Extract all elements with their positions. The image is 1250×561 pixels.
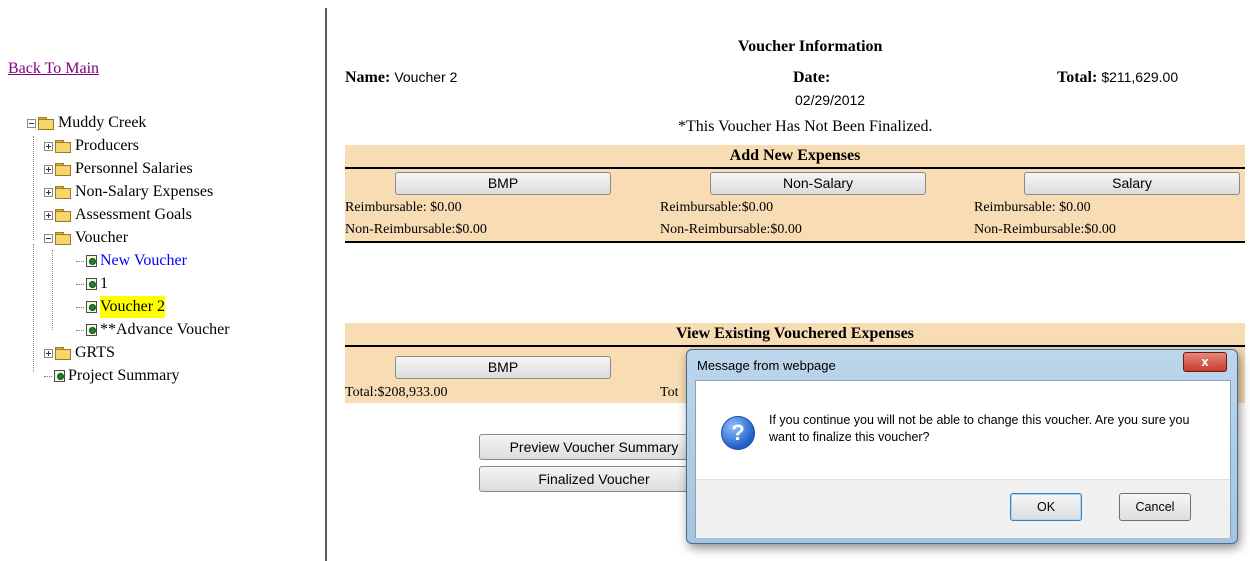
folder-icon bbox=[55, 347, 71, 360]
tree-connector bbox=[76, 260, 84, 262]
page-icon bbox=[86, 301, 97, 313]
tree-connector bbox=[33, 244, 34, 372]
open-folder-icon bbox=[55, 232, 71, 245]
page-icon bbox=[86, 255, 97, 267]
expand-icon[interactable] bbox=[44, 187, 53, 197]
cancel-button[interactable]: Cancel bbox=[1119, 493, 1191, 521]
tree-item-label: New Voucher bbox=[100, 252, 187, 269]
expand-icon[interactable] bbox=[44, 141, 53, 151]
folder-icon bbox=[55, 140, 71, 153]
navigation-panel: Back To Main Muddy Creek Producers Perso… bbox=[0, 0, 325, 561]
salary-reimbursable: Reimbursable: $0.00 bbox=[974, 200, 1091, 215]
tree-item-advance-voucher[interactable]: **Advance Voucher bbox=[76, 319, 230, 341]
voucher-total: Total: $211,629.00 bbox=[1057, 69, 1178, 87]
confirm-dialog: Message from webpage x ? If you continue… bbox=[686, 349, 1238, 544]
tree-item-voucher-2[interactable]: Voucher 2 bbox=[76, 296, 166, 318]
tree-item-label: Voucher 2 bbox=[100, 296, 166, 318]
question-icon: ? bbox=[721, 416, 755, 450]
tree-item-voucher-1[interactable]: 1 bbox=[76, 273, 108, 295]
finalization-status: *This Voucher Has Not Been Finalized. bbox=[678, 118, 933, 135]
tree-item-label: **Advance Voucher bbox=[100, 321, 230, 338]
section-title: View Existing Vouchered Expenses bbox=[345, 323, 1245, 347]
folder-icon bbox=[55, 186, 71, 199]
ok-button[interactable]: OK bbox=[1010, 493, 1082, 521]
tree-item-label: Personnel Salaries bbox=[75, 160, 193, 177]
panel-divider bbox=[325, 8, 327, 561]
voucher-name: Name: Voucher 2 bbox=[345, 69, 457, 87]
page-icon bbox=[86, 324, 97, 336]
tree-item-personnel-salaries[interactable]: Personnel Salaries bbox=[44, 158, 193, 180]
view-bmp-button[interactable]: BMP bbox=[395, 356, 611, 379]
date-value: 02/29/2012 bbox=[795, 92, 866, 108]
expand-icon[interactable] bbox=[44, 164, 53, 174]
tree-item-muddy-creek[interactable]: Muddy Creek bbox=[27, 112, 146, 134]
tree-item-voucher[interactable]: Voucher bbox=[44, 227, 128, 249]
tree-item-grts[interactable]: GRTS bbox=[44, 342, 115, 364]
page-title: Voucher Information bbox=[738, 38, 883, 55]
name-value: Voucher 2 bbox=[394, 69, 458, 85]
tree-item-label: Project Summary bbox=[68, 367, 180, 384]
section-title: Add New Expenses bbox=[345, 145, 1245, 169]
tree-connector bbox=[33, 136, 34, 240]
folder-icon bbox=[55, 163, 71, 176]
tree-item-assessment-goals[interactable]: Assessment Goals bbox=[44, 204, 192, 226]
page-icon bbox=[86, 278, 97, 290]
open-folder-icon bbox=[38, 117, 54, 130]
collapse-icon[interactable] bbox=[27, 118, 36, 128]
total-value: $211,629.00 bbox=[1101, 69, 1179, 85]
tree-item-project-summary[interactable]: Project Summary bbox=[44, 365, 180, 387]
tree-item-label: Assessment Goals bbox=[75, 206, 192, 223]
preview-voucher-summary-button[interactable]: Preview Voucher Summary bbox=[479, 434, 709, 460]
dialog-message: If you continue you will not be able to … bbox=[769, 413, 1190, 444]
date-label: Date: bbox=[793, 69, 831, 86]
non-salary-total: Tot bbox=[660, 385, 679, 400]
tree-item-label: 1 bbox=[100, 275, 108, 292]
finalize-voucher-button[interactable]: Finalized Voucher bbox=[479, 466, 709, 492]
tree-item-producers[interactable]: Producers bbox=[44, 135, 139, 157]
bmp-reimbursable: Reimbursable: $0.00 bbox=[345, 200, 462, 215]
tree-connector bbox=[76, 283, 84, 285]
non-salary-reimbursable: Reimbursable:$0.00 bbox=[660, 200, 774, 215]
tree-connector bbox=[44, 375, 52, 377]
collapse-icon[interactable] bbox=[44, 233, 53, 243]
tree-connector bbox=[52, 250, 53, 330]
add-bmp-button[interactable]: BMP bbox=[395, 172, 611, 195]
expand-icon[interactable] bbox=[44, 210, 53, 220]
tree-item-new-voucher[interactable]: New Voucher bbox=[76, 250, 187, 272]
tree-item-label: Producers bbox=[75, 137, 139, 154]
tree-connector bbox=[76, 306, 84, 308]
non-salary-non-reimbursable: Non-Reimbursable:$0.00 bbox=[660, 222, 802, 237]
add-non-salary-button[interactable]: Non-Salary bbox=[710, 172, 926, 195]
tree-item-label: Voucher bbox=[75, 229, 129, 246]
dialog-body: ? If you continue you will not be able t… bbox=[695, 380, 1231, 538]
bmp-non-reimbursable: Non-Reimbursable:$0.00 bbox=[345, 222, 487, 237]
back-to-main-link[interactable]: Back To Main bbox=[8, 60, 99, 78]
dialog-title: Message from webpage bbox=[697, 358, 836, 373]
salary-non-reimbursable: Non-Reimbursable:$0.00 bbox=[974, 222, 1116, 237]
page-icon bbox=[54, 370, 65, 382]
tree-item-label: Muddy Creek bbox=[58, 114, 147, 131]
total-label: Total: bbox=[1057, 69, 1098, 86]
expand-icon[interactable] bbox=[44, 348, 53, 358]
tree-item-non-salary-expenses[interactable]: Non-Salary Expenses bbox=[44, 181, 213, 203]
tree-item-label: Non-Salary Expenses bbox=[75, 183, 214, 200]
name-label: Name: bbox=[345, 69, 391, 86]
add-expenses-section: Add New Expenses BMP Non-Salary Salary R… bbox=[345, 145, 1245, 243]
tree-item-label: GRTS bbox=[75, 344, 115, 361]
bmp-total: Total:$208,933.00 bbox=[345, 385, 448, 400]
dialog-footer: OK Cancel bbox=[696, 479, 1230, 538]
add-salary-button[interactable]: Salary bbox=[1024, 172, 1240, 195]
close-icon[interactable]: x bbox=[1183, 352, 1227, 372]
folder-icon bbox=[55, 209, 71, 222]
tree-connector bbox=[76, 329, 84, 331]
